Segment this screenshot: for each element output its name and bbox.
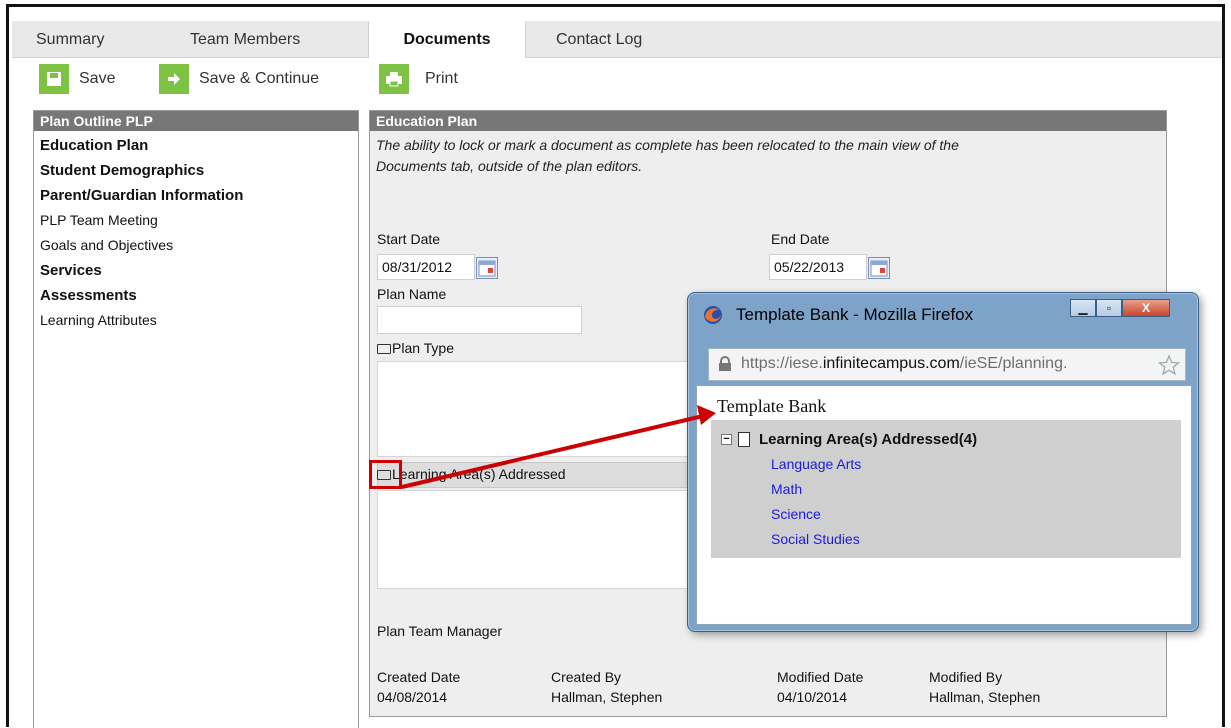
callout-arrow <box>401 405 716 489</box>
